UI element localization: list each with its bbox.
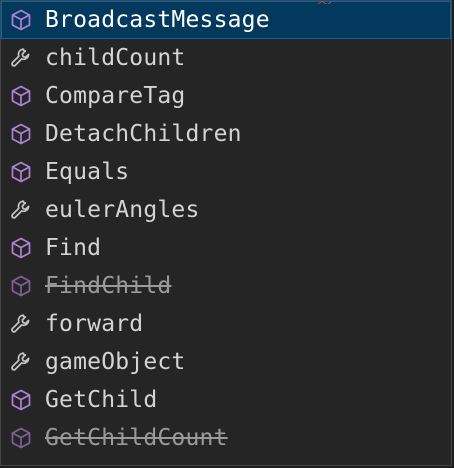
suggestion-item[interactable]: CompareTag <box>1 77 451 115</box>
cube-icon <box>7 272 35 300</box>
suggestion-label: Equals <box>45 159 130 185</box>
suggestion-label: DetachChildren <box>45 121 242 147</box>
wrench-icon <box>7 196 35 224</box>
suggestion-item[interactable]: gameObject <box>1 343 451 381</box>
wrench-icon <box>7 44 35 72</box>
cube-icon <box>7 158 35 186</box>
suggestion-item[interactable]: Find <box>1 229 451 267</box>
suggestion-item[interactable]: GetChildCount <box>1 419 451 457</box>
suggest-widget: ︿︿ BroadcastMessage childCount CompareTag D… <box>0 0 452 466</box>
suggestion-label: Find <box>45 235 102 261</box>
suggestion-label: eulerAngles <box>45 197 200 223</box>
suggestion-item[interactable]: DetachChildren <box>1 115 451 153</box>
cube-icon <box>7 6 35 34</box>
suggestion-label: gameObject <box>45 349 186 375</box>
suggestion-item[interactable]: FindChild <box>1 267 451 305</box>
wrench-icon <box>7 348 35 376</box>
suggestion-label: GetChild <box>45 387 158 413</box>
cube-icon <box>7 386 35 414</box>
suggestion-item[interactable]: GetChild <box>1 381 451 419</box>
suggestion-label: forward <box>45 311 144 337</box>
suggestion-label: BroadcastMessage <box>45 7 270 33</box>
cube-icon <box>7 120 35 148</box>
error-squiggle: ︿︿ <box>317 1 331 4</box>
suggestion-item[interactable]: forward <box>1 305 451 343</box>
suggestion-list[interactable]: BroadcastMessage childCount CompareTag Deta… <box>1 1 451 457</box>
cube-icon <box>7 82 35 110</box>
suggestion-item[interactable]: Equals <box>1 153 451 191</box>
cube-icon <box>7 424 35 452</box>
suggestion-item[interactable]: eulerAngles <box>1 191 451 229</box>
wrench-icon <box>7 310 35 338</box>
suggestion-label: GetChildCount <box>45 425 228 451</box>
cube-icon <box>7 234 35 262</box>
suggestion-item[interactable]: BroadcastMessage <box>1 1 451 39</box>
suggestion-label: FindChild <box>45 273 172 299</box>
suggestion-label: CompareTag <box>45 83 186 109</box>
suggestion-label: childCount <box>45 45 186 71</box>
suggestion-item[interactable]: childCount <box>1 39 451 77</box>
